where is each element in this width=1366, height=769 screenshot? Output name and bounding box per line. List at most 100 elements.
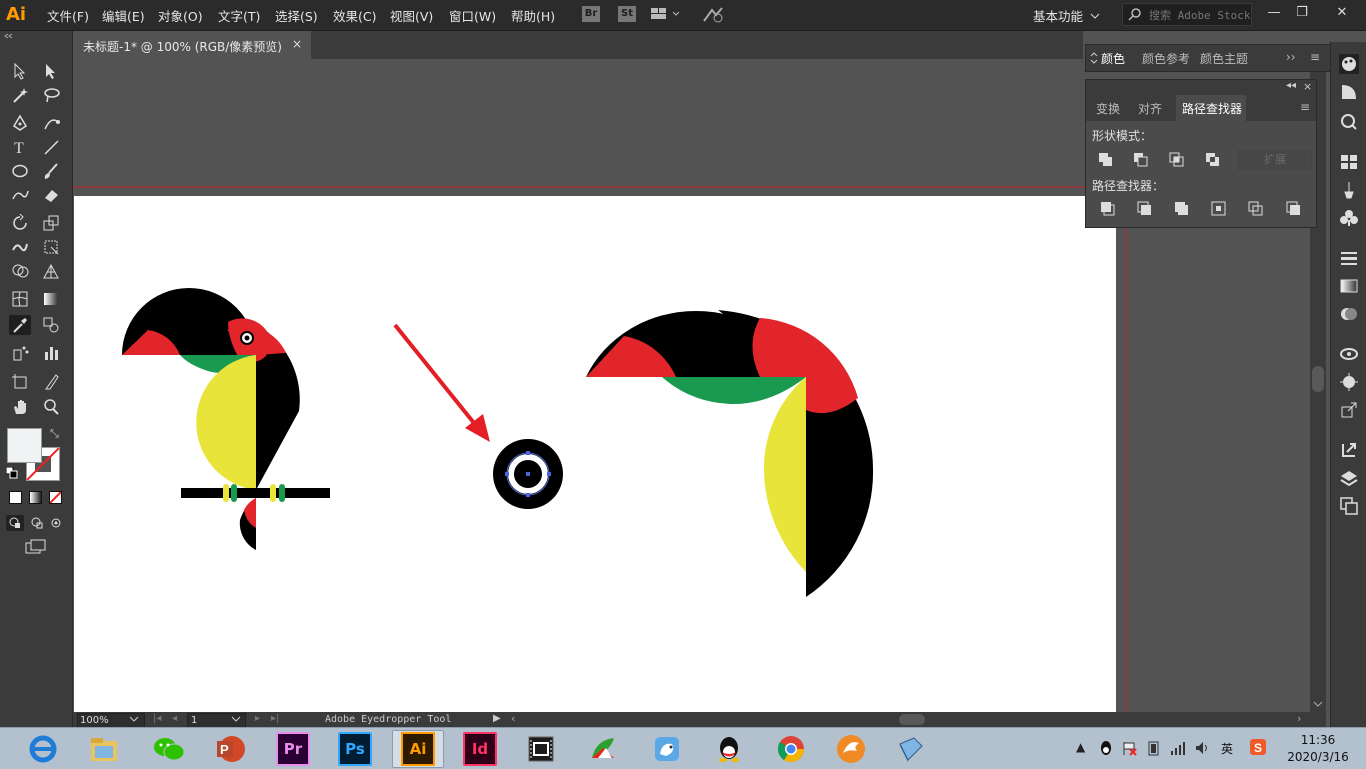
minus-back-icon[interactable] [1286,201,1302,217]
perspective-grid-tool-icon[interactable] [40,261,62,281]
photoshop-icon[interactable]: Ps [338,732,372,766]
swap-colors-icon[interactable]: ⤡ [50,427,59,441]
direct-selection-tool-icon[interactable] [40,61,62,81]
chevron-down-icon[interactable] [129,715,139,726]
shaper-tool-icon[interactable] [9,185,31,205]
lasso-tool-icon[interactable] [40,85,62,105]
horizontal-scroll-thumb[interactable] [899,714,925,725]
line-tool-icon[interactable] [40,137,62,157]
panel-menu-icon[interactable]: ≡ [1300,100,1310,114]
gpu-performance-icon[interactable] [702,6,724,27]
last-artboard-icon[interactable]: ▸| [271,713,279,724]
vertical-scroll-thumb[interactable] [1312,366,1324,392]
menu-effect[interactable]: 效果(C) [333,6,376,25]
minus-front-icon[interactable] [1133,152,1149,168]
wechat-icon[interactable] [152,732,186,766]
gradient-panel-icon[interactable] [1339,276,1359,296]
eyedropper-tool-icon[interactable] [9,315,31,335]
tab-pathfinder[interactable]: 路径查找器 [1182,100,1242,117]
battery-tray-icon[interactable] [1146,740,1162,759]
clock-date[interactable]: 2020/3/16 [1279,750,1357,764]
ellipse-tool-icon[interactable] [9,161,31,181]
scroll-left-icon[interactable]: ‹ [511,712,515,725]
close-panel-icon[interactable]: × [1303,80,1312,93]
sogou-icon[interactable]: S [1249,738,1267,759]
indesign-icon[interactable]: Id [463,732,497,766]
stock-button[interactable]: St [618,6,636,22]
panel-toggle-icon[interactable] [1090,52,1098,67]
tab-color[interactable]: 颜色 [1101,50,1125,67]
graphic-styles-icon[interactable] [1339,372,1359,392]
selection-tool-icon[interactable] [9,61,31,81]
tab-color-guide[interactable]: 颜色参考 [1142,50,1190,67]
merge-icon[interactable] [1174,201,1190,217]
disk-icon[interactable] [894,732,928,766]
panel-menu-icon[interactable]: ≡ [1310,50,1320,64]
gradient-mode-button[interactable] [29,491,42,504]
clock-time[interactable]: 11:36 [1283,733,1353,747]
bridge-button[interactable]: Br [582,6,600,22]
chevron-down-icon[interactable] [231,715,241,726]
flag-tray-icon[interactable] [1122,740,1138,759]
type-tool-icon[interactable]: T [9,137,31,157]
menu-object[interactable]: 对象(O) [158,6,203,25]
video-icon[interactable] [524,732,558,766]
layers-icon[interactable] [1339,468,1359,488]
export-icon[interactable] [1339,440,1359,460]
menu-view[interactable]: 视图(V) [390,6,433,25]
color-themes-icon[interactable] [1339,112,1359,132]
asset-export-icon[interactable] [1339,400,1359,420]
shape-builder-tool-icon[interactable] [9,261,31,281]
blend-tool-icon[interactable] [40,315,62,335]
exclude-icon[interactable] [1205,152,1221,168]
divide-icon[interactable] [1100,201,1116,217]
chevron-down-icon[interactable] [1090,9,1100,23]
collapse-panel-icon[interactable]: ◂◂ [1286,80,1296,91]
tab-align[interactable]: 对齐 [1138,100,1162,117]
panel-header[interactable]: ◂◂ × [1086,80,1316,95]
draw-behind-icon[interactable] [28,515,46,531]
hand-tool-icon[interactable] [9,397,31,417]
bird-icon[interactable] [650,732,684,766]
scale-tool-icon[interactable] [40,213,62,233]
panel-collapse-icon[interactable] [4,31,68,41]
artboard-tool-icon[interactable] [9,372,31,392]
menu-help[interactable]: 帮助(H) [511,6,555,25]
qq-tray-icon[interactable] [1098,740,1114,759]
tab-color-themes[interactable]: 颜色主题 [1200,50,1248,67]
transparency-icon[interactable] [1339,304,1359,324]
restore-button[interactable]: ❐ [1291,3,1313,23]
intersect-icon[interactable] [1169,152,1185,168]
rotate-tool-icon[interactable] [9,213,31,233]
default-colors-icon[interactable] [5,466,18,482]
gradient-tool-icon[interactable] [40,289,62,309]
chrome-icon[interactable] [774,732,808,766]
menu-file[interactable]: 文件(F) [47,6,89,25]
network-tray-icon[interactable] [1170,740,1186,759]
premiere-icon[interactable]: Pr [276,732,310,766]
qq-icon[interactable] [712,732,746,766]
magic-wand-tool-icon[interactable] [9,85,31,105]
arrange-documents-icon[interactable] [651,7,680,24]
zoom-tool-icon[interactable] [40,397,62,417]
close-icon[interactable]: × [292,37,302,51]
symbol-sprayer-tool-icon[interactable] [9,343,31,363]
artboard[interactable] [74,196,1116,712]
browser-icon[interactable] [586,732,620,766]
thunder-icon[interactable] [834,732,868,766]
crop-icon[interactable] [1211,201,1227,217]
trim-icon[interactable] [1137,201,1153,217]
tab-transform[interactable]: 变换 [1096,100,1120,117]
prev-artboard-icon[interactable]: ◂ [172,713,177,724]
stock-search[interactable] [1122,3,1253,26]
draw-inside-icon[interactable] [48,515,66,531]
stroke-icon[interactable] [1339,248,1359,268]
illustrator-taskbar-button[interactable]: Ai [392,730,444,768]
next-artboard-icon[interactable]: ▸ [255,713,260,724]
appearance-icon[interactable] [1339,344,1359,364]
symbols-icon[interactable] [1339,208,1359,228]
scroll-right-icon[interactable]: › [1297,712,1301,725]
unite-icon[interactable] [1098,152,1114,168]
ie-icon[interactable] [26,732,60,766]
menu-edit[interactable]: 编辑(E) [102,6,145,25]
